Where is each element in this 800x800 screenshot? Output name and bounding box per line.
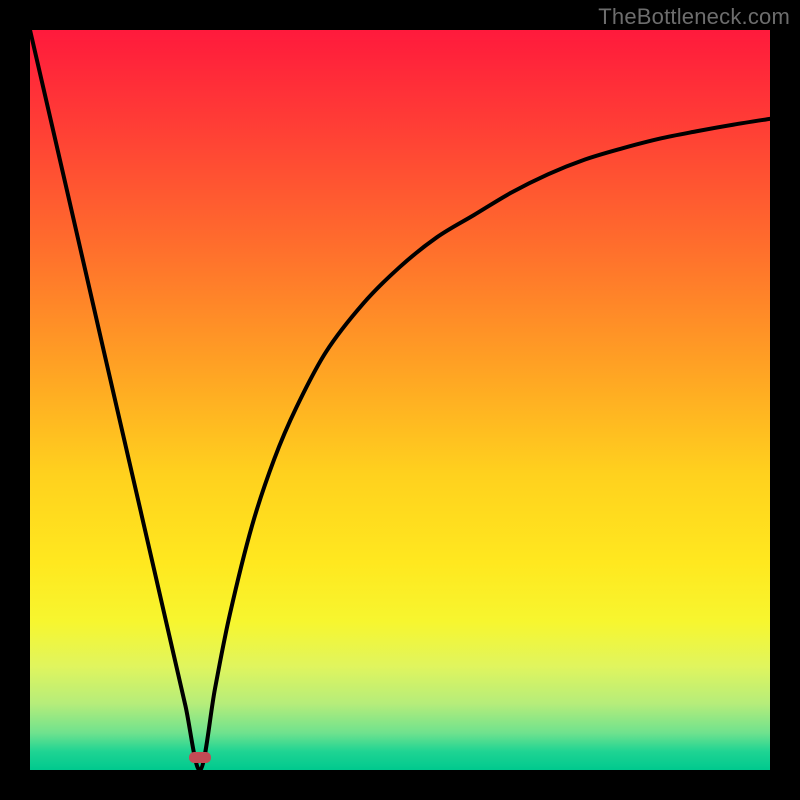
watermark-text: TheBottleneck.com (598, 4, 790, 30)
curve-layer (30, 30, 770, 770)
min-marker (189, 752, 211, 762)
plot-area (30, 30, 770, 770)
bottleneck-curve (30, 30, 770, 770)
chart-container: TheBottleneck.com (0, 0, 800, 800)
